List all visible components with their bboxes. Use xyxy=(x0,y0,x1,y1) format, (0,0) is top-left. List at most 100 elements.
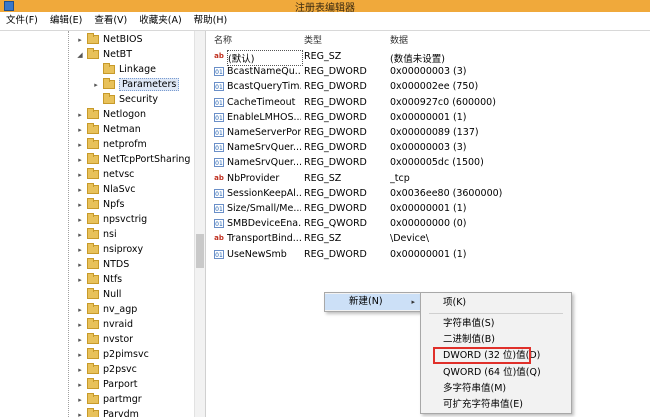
tree-expander-icon[interactable]: ▸ xyxy=(76,141,84,149)
tree-item[interactable]: ▸ Netman xyxy=(76,122,141,137)
tree-expander-icon[interactable]: ◢ xyxy=(76,51,84,59)
value-name: SMBDeviceEna... xyxy=(227,218,301,230)
tree-item[interactable]: ▸ npsvctrig xyxy=(76,212,147,227)
binary-value-icon: 01 xyxy=(214,249,224,259)
binary-value-icon: 01 xyxy=(214,204,224,213)
menu-favorites[interactable]: 收藏夹(A) xyxy=(133,12,187,30)
registry-value-row[interactable]: 01 NameSrvQuer... REG_DWORD 0x000005dc (150… xyxy=(206,155,650,170)
folder-icon xyxy=(87,363,99,374)
registry-value-row[interactable]: 01 NameServerPort REG_DWORD 0x00000089 (137… xyxy=(206,125,650,140)
tree-item-label: NlaSvc xyxy=(103,184,136,195)
binary-value-icon: 01 xyxy=(214,128,224,137)
value-type: REG_DWORD xyxy=(304,203,367,214)
submenu-item[interactable]: 多字符串值(M) xyxy=(421,381,571,397)
tree-item[interactable]: ▸ nsi xyxy=(76,227,117,242)
tree-scrollbar[interactable] xyxy=(194,31,205,417)
tree-item[interactable]: ◢ NetBT xyxy=(76,47,132,62)
value-type: REG_DWORD xyxy=(304,66,367,78)
tree-expander-icon[interactable]: ▸ xyxy=(76,366,84,374)
context-menu-new[interactable]: 新建(N) ▸ xyxy=(325,294,421,310)
tree-item[interactable]: Security xyxy=(92,92,158,107)
tree-item[interactable]: ▸ nvraid xyxy=(76,317,133,332)
submenu-item[interactable]: 可扩充字符串值(E) xyxy=(421,397,571,413)
value-name: UseNewSmb xyxy=(227,248,287,260)
submenu-item[interactable]: 二进制值(B) xyxy=(421,332,571,348)
tree-expander-icon[interactable]: ▸ xyxy=(76,306,84,314)
tree-item[interactable]: ▸ p2pimsvc xyxy=(76,347,149,362)
tree-expander-icon[interactable]: ▸ xyxy=(76,381,84,389)
tree-expander-icon[interactable]: ▸ xyxy=(76,351,84,359)
tree-item[interactable]: ▸ Ntfs xyxy=(76,272,122,287)
tree-item[interactable]: ▸ Parameters xyxy=(92,77,180,92)
tree-item[interactable]: ▸ netvsc xyxy=(76,167,134,182)
tree-item[interactable]: ▸ partmgr xyxy=(76,392,142,407)
registry-value-row[interactable]: ab NbProvider REG_SZ _tcp xyxy=(206,171,650,186)
tree-expander-icon[interactable]: ▸ xyxy=(76,231,84,239)
tree-expander-icon[interactable]: ▸ xyxy=(76,276,84,284)
tree-item[interactable]: ▸ netprofm xyxy=(76,137,147,152)
registry-value-row[interactable]: 01 EnableLMHOS... REG_DWORD 0x00000001 (1) xyxy=(206,110,650,125)
tree-expander-icon[interactable]: ▸ xyxy=(76,201,84,209)
menu-edit[interactable]: 编辑(E) xyxy=(44,12,88,30)
tree-expander-icon[interactable]: ▸ xyxy=(76,321,84,329)
registry-value-row[interactable]: 01 CacheTimeout REG_DWORD 0x000927c0 (60000… xyxy=(206,95,650,110)
folder-icon xyxy=(87,273,99,284)
tree-item[interactable]: ▸ nv_agp xyxy=(76,302,137,317)
tree-expander-icon[interactable]: ▸ xyxy=(76,246,84,254)
value-type: REG_DWORD xyxy=(304,127,367,138)
tree-scroll-thumb[interactable] xyxy=(196,234,204,268)
value-data: (数值未设置) xyxy=(390,54,445,65)
tree-expander-icon[interactable]: ▸ xyxy=(76,411,84,417)
tree-item-label: nv_agp xyxy=(103,304,138,315)
tree-item[interactable]: ▸ Parvdm xyxy=(76,407,139,417)
tree-item[interactable]: ▸ Parport xyxy=(76,377,138,392)
registry-value-row[interactable]: 01 SessionKeepAl... REG_DWORD 0x0036ee80 (3… xyxy=(206,186,650,201)
value-data: 0x00000001 (1) xyxy=(390,248,467,260)
registry-value-row[interactable]: 01 Size/Small/Me... REG_DWORD 0x00000001 (1… xyxy=(206,201,650,216)
registry-value-row[interactable]: 01 BcastNameQu... REG_DWORD 0x00000003 (3) xyxy=(206,64,650,79)
tree-item[interactable]: ▸ Netlogon xyxy=(76,107,146,122)
tree-expander-icon[interactable]: ▸ xyxy=(76,171,84,179)
tree-item[interactable]: Linkage xyxy=(92,62,156,77)
tree-item[interactable]: Null xyxy=(76,287,121,302)
tree-item-label: Ntfs xyxy=(103,274,123,285)
folder-icon xyxy=(103,78,115,89)
submenu-item[interactable]: QWORD (64 位)值(Q) xyxy=(421,365,571,381)
tree-expander-icon[interactable]: ▸ xyxy=(76,261,84,269)
registry-value-row[interactable]: 01 UseNewSmb REG_DWORD 0x00000001 (1) xyxy=(206,247,650,262)
tree-item[interactable]: ▸ nsiproxy xyxy=(76,242,143,257)
registry-value-row[interactable]: 01 NameSrvQuer... REG_DWORD 0x00000003 (3) xyxy=(206,140,650,155)
tree-expander-icon[interactable]: ▸ xyxy=(76,186,84,194)
column-name[interactable]: 名称 xyxy=(214,33,232,46)
tree-item[interactable]: ▸ Npfs xyxy=(76,197,124,212)
tree-expander-icon[interactable]: ▸ xyxy=(76,216,84,224)
menu-file[interactable]: 文件(F) xyxy=(0,12,44,30)
tree-item[interactable]: ▸ NetTcpPortSharing xyxy=(76,152,190,167)
registry-value-row[interactable]: 01 SMBDeviceEna... REG_QWORD 0x00000000 (0) xyxy=(206,216,650,231)
registry-value-row[interactable]: ab TransportBind... REG_SZ \Device\ xyxy=(206,231,650,246)
tree-item[interactable]: ▸ NTDS xyxy=(76,257,129,272)
column-data[interactable]: 数据 xyxy=(390,33,408,46)
submenu-item[interactable]: 字符串值(S) xyxy=(421,316,571,332)
submenu-item[interactable]: 项(K) xyxy=(421,295,571,311)
registry-value-row[interactable]: 01 BcastQueryTim... REG_DWORD 0x000002ee (7… xyxy=(206,79,650,94)
tree-expander-icon[interactable]: ▸ xyxy=(76,126,84,134)
value-data: 0x000005dc (1500) xyxy=(390,157,484,169)
tree-expander-icon[interactable]: ▸ xyxy=(76,336,84,344)
folder-icon xyxy=(87,408,99,417)
registry-value-row[interactable]: ab (默认) REG_SZ (数值未设置) xyxy=(206,49,650,66)
tree-item[interactable]: ▸ nvstor xyxy=(76,332,133,347)
tree-expander-icon[interactable]: ▸ xyxy=(76,396,84,404)
tree-item[interactable]: ▸ NlaSvc xyxy=(76,182,135,197)
tree-expander-icon[interactable]: ▸ xyxy=(92,81,100,89)
value-type: REG_DWORD xyxy=(304,96,367,108)
tree-expander-icon[interactable]: ▸ xyxy=(76,111,84,119)
tree-expander-icon[interactable]: ▸ xyxy=(76,36,84,44)
tree-item[interactable]: ▸ p2psvc xyxy=(76,362,137,377)
tree-expander-icon[interactable]: ▸ xyxy=(76,156,84,164)
tree-item[interactable]: ▸ NetBIOS xyxy=(76,32,143,47)
registry-tree[interactable]: ▸ NetBIOS ◢ NetBT Linkage ▸ Parameters Security… xyxy=(0,31,206,417)
column-type[interactable]: 类型 xyxy=(304,33,322,46)
menu-help[interactable]: 帮助(H) xyxy=(188,12,234,30)
menu-view[interactable]: 查看(V) xyxy=(88,12,133,30)
